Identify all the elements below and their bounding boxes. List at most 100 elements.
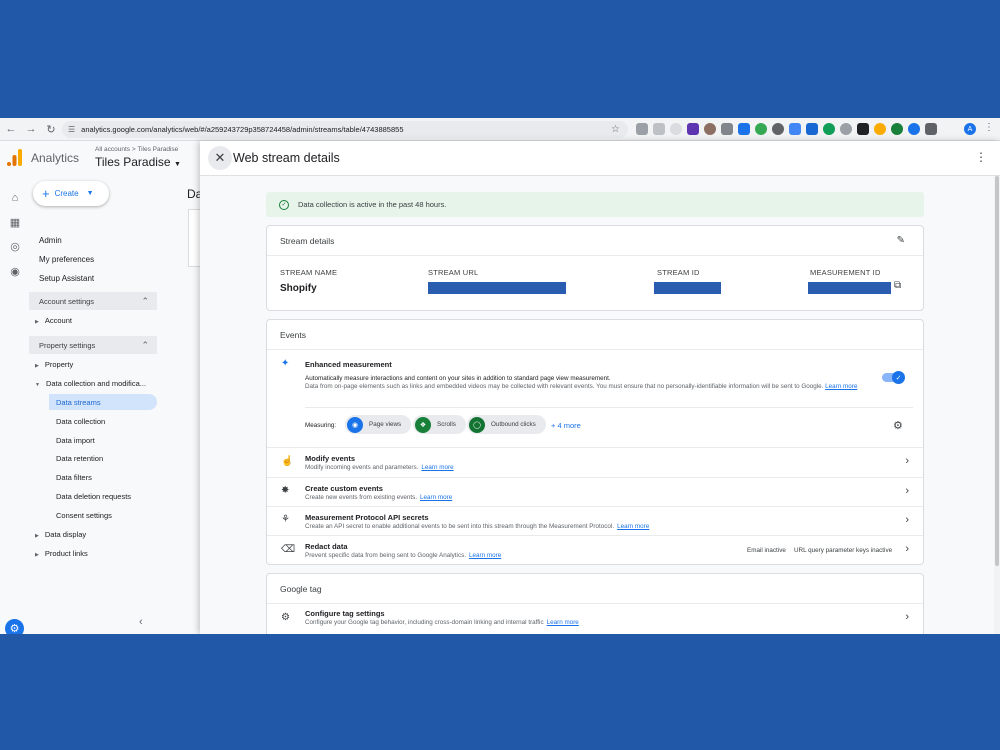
create-custom-events-row[interactable]: ✸ Create custom events Create new events… xyxy=(267,477,923,506)
scrollbar[interactable] xyxy=(994,176,1000,634)
nav-rail: ⌂ ▦ ◎ ◉ ⚙ xyxy=(0,176,29,634)
google-tag-card: Google tag ⚙ Configure tag settings Conf… xyxy=(266,573,924,634)
card-title: Events xyxy=(280,329,306,340)
nav-label: Data collection and modifica... xyxy=(45,379,147,388)
nav-data-import[interactable]: Data import xyxy=(56,436,95,445)
row-title: Redact data xyxy=(305,542,348,551)
address-bar[interactable]: ☰ analytics.google.com/analytics/web/#/a… xyxy=(62,121,628,138)
ga-header: Analytics All accounts > Tiles Paradise … xyxy=(0,141,200,176)
profile-avatar[interactable]: A xyxy=(964,123,976,135)
section-account-settings[interactable]: Account settings ⌃ xyxy=(29,292,157,310)
learn-more-link[interactable]: Learn more xyxy=(420,494,452,501)
check-circle-icon: ✓ xyxy=(279,199,289,210)
nav-data-retention[interactable]: Data retention xyxy=(56,454,103,463)
chip-page-views[interactable]: ◉ Page views xyxy=(345,415,412,434)
caret-down-icon: ▼ xyxy=(86,190,94,197)
extension-icon[interactable] xyxy=(755,123,767,135)
extension-icon[interactable] xyxy=(806,123,818,135)
create-button[interactable]: + Create ▼ xyxy=(33,181,109,206)
nav-data-collection[interactable]: Data collection xyxy=(56,417,105,426)
create-label: Create xyxy=(54,189,79,198)
nav-data-display[interactable]: ▶ Data display xyxy=(35,530,86,539)
browser-menu-icon[interactable]: ⋮ xyxy=(984,122,994,133)
advertising-icon[interactable]: ◉ xyxy=(8,265,22,279)
extension-icon[interactable] xyxy=(653,123,665,135)
collapse-triangle-icon: ▼ xyxy=(35,382,40,388)
chevron-right-icon: › xyxy=(905,543,909,555)
nav-consent-settings[interactable]: Consent settings xyxy=(56,511,112,520)
site-info-icon[interactable]: ☰ xyxy=(68,125,75,134)
extension-icon[interactable] xyxy=(840,123,852,135)
extension-icon[interactable] xyxy=(704,123,716,135)
nav-data-collection-group[interactable]: ▼ Data collection and modifica... xyxy=(35,379,146,388)
forward-arrow-icon[interactable]: → xyxy=(22,120,40,138)
nav-product-links[interactable]: ▶ Product links xyxy=(35,549,88,558)
learn-more-link[interactable]: Learn more xyxy=(421,464,453,471)
edit-pencil-icon[interactable]: ✎ xyxy=(897,235,905,246)
extension-icon[interactable] xyxy=(874,123,886,135)
learn-more-link[interactable]: Learn more xyxy=(469,552,501,559)
enhanced-measurement-toggle[interactable]: ✓ xyxy=(882,371,905,384)
home-icon[interactable]: ⌂ xyxy=(8,191,22,205)
scrollbar-thumb[interactable] xyxy=(995,176,999,566)
desc-text: Configure your Google tag behavior, incl… xyxy=(305,619,544,626)
extension-icon[interactable] xyxy=(908,123,920,135)
card-header: Stream details ✎ xyxy=(267,226,923,256)
redact-data-row[interactable]: ⌫ Redact data Prevent specific data from… xyxy=(267,535,923,564)
configure-tag-row[interactable]: ⚙ Configure tag settings Configure your … xyxy=(267,604,923,634)
stream-url-column: STREAM URL xyxy=(428,268,478,277)
analytics-logo-icon[interactable] xyxy=(7,149,23,166)
nav-data-filters[interactable]: Data filters xyxy=(56,473,92,482)
sparkle-icon: ✦ xyxy=(281,358,290,369)
extension-icon[interactable] xyxy=(687,123,699,135)
section-property-settings[interactable]: Property settings ⌃ xyxy=(29,336,157,354)
puzzle-extensions-icon[interactable] xyxy=(925,123,937,135)
extension-icon[interactable] xyxy=(891,123,903,135)
extension-icon[interactable] xyxy=(636,123,648,135)
learn-more-link[interactable]: Learn more xyxy=(617,523,649,530)
background-card xyxy=(188,209,200,267)
copy-icon[interactable]: ⧉ xyxy=(894,280,901,291)
expand-triangle-icon: ▶ xyxy=(35,363,39,369)
panel-header: ✕ Web stream details ⋮ xyxy=(200,141,1000,176)
measurement-protocol-row[interactable]: ⚘ Measurement Protocol API secrets Creat… xyxy=(267,506,923,535)
modify-events-row[interactable]: ☝ Modify events Modify incoming events a… xyxy=(267,447,923,477)
chip-scrolls[interactable]: ❖ Scrolls xyxy=(413,415,466,434)
extension-icon[interactable] xyxy=(789,123,801,135)
reload-icon[interactable]: ↻ xyxy=(42,120,60,138)
measurement-id-label: MEASUREMENT ID xyxy=(810,268,881,277)
close-icon[interactable]: ✕ xyxy=(208,146,232,170)
nav-my-preferences[interactable]: My preferences xyxy=(39,255,94,264)
more-vert-icon[interactable]: ⋮ xyxy=(975,150,987,164)
explore-icon[interactable]: ◎ xyxy=(8,240,22,254)
reports-icon[interactable]: ▦ xyxy=(8,216,22,230)
extension-icon[interactable] xyxy=(670,123,682,135)
row-title: Modify events xyxy=(305,454,356,463)
extension-icon[interactable] xyxy=(857,123,869,135)
nav-setup-assistant[interactable]: Setup Assistant xyxy=(39,274,94,283)
back-arrow-icon[interactable]: ← xyxy=(2,120,20,138)
nav-account[interactable]: ▶ Account xyxy=(35,316,72,325)
nav-data-deletion[interactable]: Data deletion requests xyxy=(56,492,131,501)
more-measurements-link[interactable]: + 4 more xyxy=(551,421,581,430)
collapse-sidebar-icon[interactable]: ‹ xyxy=(139,616,143,628)
status-text: Data collection is active in the past 48… xyxy=(298,200,447,209)
nav-data-streams[interactable]: Data streams xyxy=(56,398,101,407)
bookmark-star-icon[interactable]: ☆ xyxy=(611,124,620,135)
chevron-down-icon: ▼ xyxy=(173,161,181,168)
touch-hand-icon: ☝ xyxy=(281,456,294,467)
learn-more-link[interactable]: Learn more xyxy=(547,619,579,626)
nav-property[interactable]: ▶ Property xyxy=(35,360,73,369)
extension-icon[interactable] xyxy=(823,123,835,135)
property-selector[interactable]: Tiles Paradise ▼ xyxy=(95,155,181,169)
account-breadcrumb[interactable]: All accounts > Tiles Paradise xyxy=(95,146,178,153)
extension-icon[interactable] xyxy=(772,123,784,135)
extension-icon[interactable] xyxy=(721,123,733,135)
admin-gear-icon[interactable]: ⚙ xyxy=(5,619,24,634)
url-redaction-status: URL query parameter keys inactive xyxy=(794,547,893,554)
settings-gear-icon[interactable]: ⚙ xyxy=(893,419,903,432)
nav-admin[interactable]: Admin xyxy=(39,236,62,245)
chip-outbound-clicks[interactable]: ◯ Outbound clicks xyxy=(467,415,546,434)
learn-more-link[interactable]: Learn more xyxy=(825,383,857,390)
extension-icon[interactable] xyxy=(738,123,750,135)
